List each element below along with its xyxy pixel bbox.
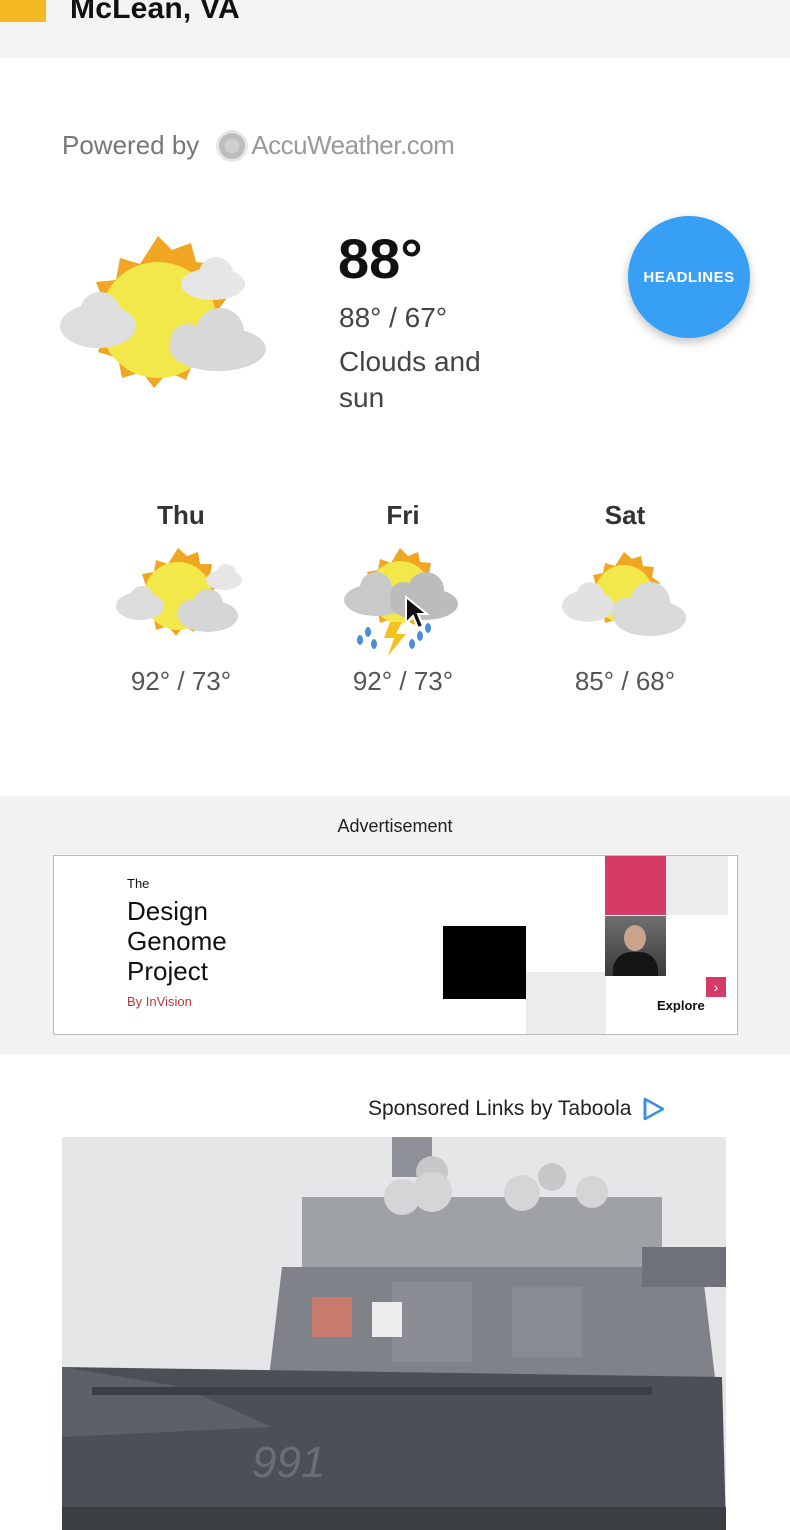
ad-graphic-block [526,972,606,1034]
ad-title: Design Genome Project [127,896,227,986]
accuweather-logo-icon [219,132,246,159]
forecast-day-range: 92° / 73° [352,666,454,696]
current-condition: Clouds and sun [339,346,481,413]
top-header: McLean, VA [0,0,790,58]
ad-graphic-block [443,926,526,999]
powered-by-label: Powered by [62,130,200,160]
taboola-header[interactable]: Sponsored Links by Taboola [368,1096,667,1122]
sun-with-clouds-icon [60,236,266,388]
thunderstorm-icon [344,548,458,656]
ad-explore-link[interactable]: Explore [657,998,705,1013]
mouse-cursor-icon [405,595,430,630]
hull-number: 991 [252,1438,325,1487]
ad-graphic-block [605,856,666,915]
taboola-label: Sponsored Links by Taboola [368,1097,632,1120]
forecast-day-name: Thu [157,500,205,530]
taboola-play-icon [643,1097,665,1121]
advertisement-label: Advertisement [337,816,453,836]
current-temperature: 88° [338,227,423,290]
advertisement-section: Advertisement The Design Genome Project … [0,796,790,1054]
portrait-head [624,925,646,951]
forecast-day-range: 92° / 73° [130,666,232,696]
sun-with-clouds-icon [116,548,242,636]
headlines-button[interactable]: HEADLINES [628,216,750,338]
ad-small-title: The [127,876,150,891]
forecast-day-name: Sat [604,500,646,530]
header-accent-bar [0,0,46,22]
location-title[interactable]: McLean, VA [70,0,240,26]
destroyer-ship-image: 991 [62,1137,726,1530]
sun-with-clouds-icon [562,552,686,636]
ad-graphic-block [666,856,728,915]
ad-banner[interactable]: The Design Genome Project By InVision › … [53,855,738,1035]
current-temp-range: 88° / 67° [339,302,448,333]
forecast-day[interactable]: Sat 85° / 68° [525,500,725,697]
portrait-body [613,952,658,976]
forecast-strip: Thu 92° / 73° Fri 92° / 73° Sat 85° / 68… [0,500,790,710]
powered-by: Powered by AccuWeather.com [62,130,455,161]
accuweather-brand[interactable]: AccuWeather.com [251,130,455,161]
ad-portrait-image [605,916,666,976]
forecast-day[interactable]: Fri 92° / 73° [303,500,503,697]
chevron-right-icon[interactable]: › [706,977,726,997]
sponsored-article-image[interactable]: 991 [62,1137,726,1530]
forecast-day-range: 85° / 68° [574,666,676,696]
ad-byline: By InVision [127,994,192,1009]
forecast-day[interactable]: Thu 92° / 73° [81,500,281,697]
forecast-day-name: Fri [386,500,420,530]
